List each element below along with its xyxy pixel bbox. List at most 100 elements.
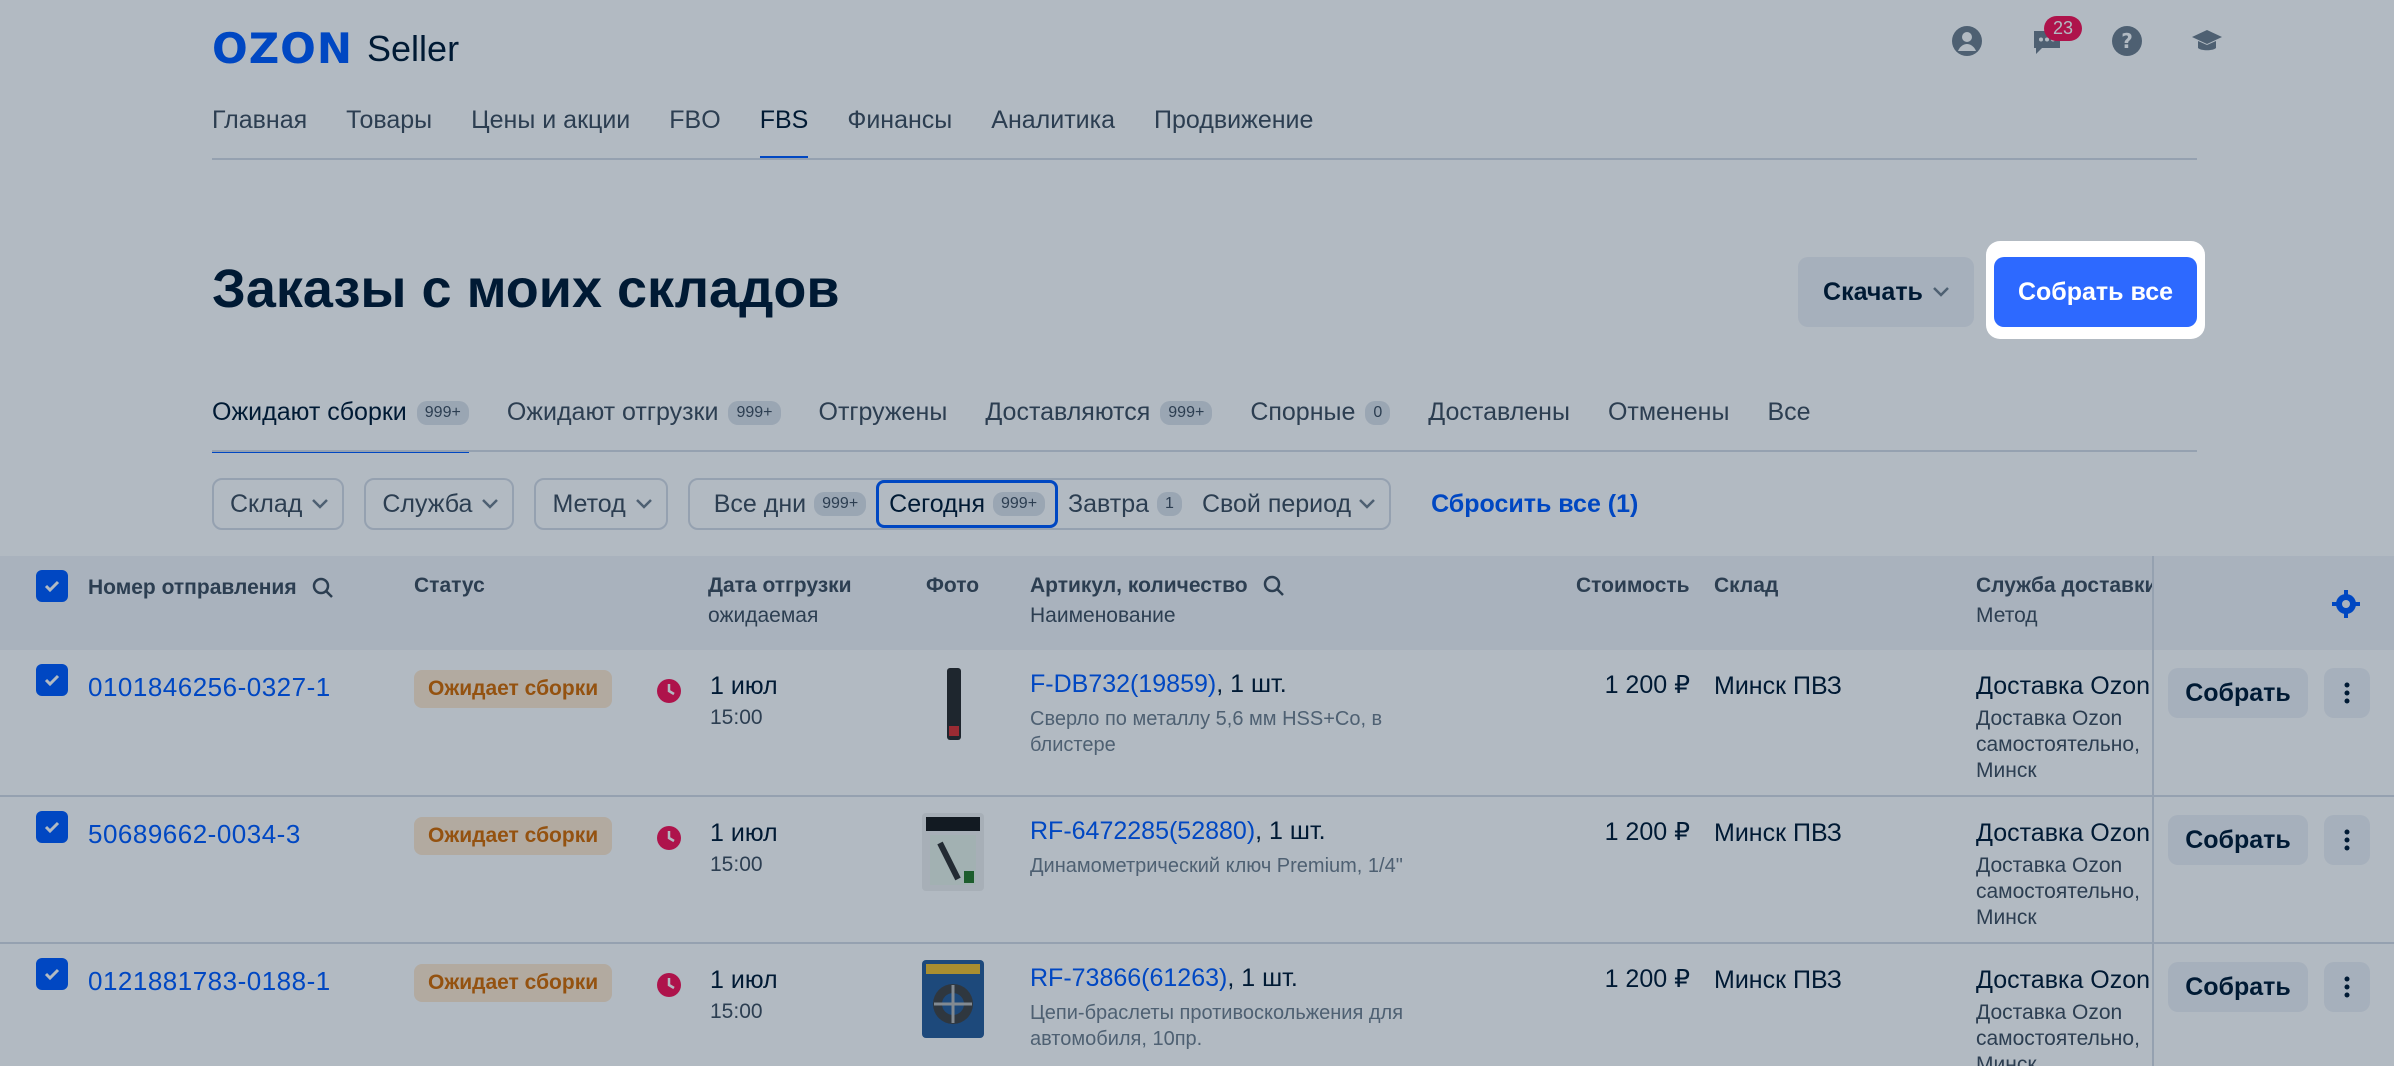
search-icon[interactable] — [311, 576, 335, 600]
tab-label: Спорные — [1250, 398, 1356, 426]
nav-item-fbs[interactable]: FBS — [759, 106, 808, 159]
method-filter[interactable]: Метод — [534, 478, 668, 530]
warehouse-name: Минск ПВЗ — [1714, 819, 1842, 847]
header-article-label: Артикул, количество — [1030, 574, 1248, 597]
article-link[interactable]: RF-6472285(52880) — [1030, 817, 1255, 845]
nav-item-analytics[interactable]: Аналитика — [991, 106, 1115, 157]
article-link[interactable]: F-DB732(19859) — [1030, 670, 1216, 698]
nav-item-prices[interactable]: Цены и акции — [471, 106, 630, 157]
warehouse-filter[interactable]: Склад — [212, 478, 345, 530]
header-article: Артикул, количество Наименование — [1030, 574, 1286, 628]
collect-button[interactable]: Собрать — [2168, 815, 2308, 865]
ship-time: 15:00 — [710, 1000, 763, 1023]
tab-all[interactable]: Все — [1767, 398, 1810, 451]
product-photo[interactable] — [922, 960, 984, 1038]
actions-column-divider — [2152, 556, 2154, 1066]
delivery-method: Доставка Ozon самостоятельно, Минск — [1976, 1001, 2140, 1066]
nav-item-home[interactable]: Главная — [212, 106, 307, 157]
collect-button[interactable]: Собрать — [2168, 962, 2308, 1012]
chevron-down-icon — [312, 499, 329, 509]
check-icon — [44, 968, 60, 981]
chat-icon[interactable]: 23 — [2030, 16, 2083, 58]
more-options-button[interactable] — [2324, 815, 2370, 865]
row-checkbox[interactable] — [36, 664, 68, 696]
more-options-button[interactable] — [2324, 962, 2370, 1012]
header-status: Статус — [414, 574, 485, 597]
price: 1 200 ₽ — [1604, 671, 1690, 699]
today-option[interactable]: Сегодня 999+ — [876, 480, 1059, 528]
download-button[interactable]: Скачать — [1798, 257, 1974, 327]
page: OZON Seller 23 ? Главная Товары Цены и а… — [0, 0, 2394, 1066]
user-icon[interactable] — [1950, 24, 1984, 58]
nav-item-finance[interactable]: Финансы — [847, 106, 952, 157]
clock-icon — [657, 826, 681, 850]
date-filter-group: Все дни 999+ Сегодня 999+ Завтра 1 Свой … — [687, 478, 1392, 530]
order-number-link[interactable]: 0101846256-0327-1 — [88, 672, 331, 703]
chevron-down-icon — [635, 499, 652, 509]
product-photo[interactable] — [922, 666, 984, 744]
delivery-method: Доставка Ozon самостоятельно, Минск — [1976, 707, 2140, 782]
order-number-link[interactable]: 50689662-0034-3 — [88, 819, 301, 850]
collect-button[interactable]: Собрать — [2168, 668, 2308, 718]
order-number-link[interactable]: 0121881783-0188-1 — [88, 966, 331, 997]
table-row[interactable]: 0121881783-0188-1 Ожидает сборки 1 июл 1… — [0, 944, 2394, 1066]
select-all-checkbox[interactable] — [36, 570, 68, 602]
tab-cancelled[interactable]: Отменены — [1608, 398, 1729, 451]
reset-filters-link[interactable]: Сбросить все (1) — [1431, 490, 1638, 519]
help-icon[interactable]: ? — [2110, 24, 2144, 58]
tab-disputed[interactable]: Спорные 0 — [1250, 398, 1391, 451]
nav-item-promotion[interactable]: Продвижение — [1154, 106, 1313, 157]
custom-period-option[interactable]: Свой период — [1192, 480, 1385, 528]
tomorrow-label: Завтра — [1068, 489, 1150, 518]
search-icon[interactable] — [1262, 574, 1286, 598]
article-cell: RF-73866(61263), 1 шт. — [1030, 964, 1298, 993]
more-options-button[interactable] — [2324, 668, 2370, 718]
tab-delivering[interactable]: Доставляются 999+ — [985, 398, 1213, 451]
article-cell: F-DB732(19859), 1 шт. — [1030, 670, 1287, 699]
gear-icon[interactable] — [2332, 590, 2360, 618]
tab-delivered[interactable]: Доставлены — [1428, 398, 1570, 451]
tab-count: 999+ — [1160, 400, 1213, 425]
product-photo[interactable] — [922, 813, 984, 891]
tab-awaiting-shipment[interactable]: Ожидают отгрузки 999+ — [507, 398, 781, 451]
article-cell: RF-6472285(52880), 1 шт. — [1030, 817, 1326, 846]
nav-item-fbo[interactable]: FBO — [669, 106, 720, 157]
collect-all-button[interactable]: Собрать все — [1994, 257, 2197, 327]
chevron-down-icon — [482, 499, 499, 509]
header-article-sub: Наименование — [1030, 604, 1176, 627]
product-name: Цепи-браслеты противоскольжения для авто… — [1030, 1002, 1404, 1050]
article-link[interactable]: RF-73866(61263) — [1030, 964, 1227, 992]
graduation-cap-icon[interactable] — [2190, 24, 2224, 58]
price: 1 200 ₽ — [1604, 965, 1690, 993]
table-row[interactable]: 50689662-0034-3 Ожидает сборки 1 июл 15:… — [0, 797, 2394, 944]
header-service-sub: Метод — [1976, 604, 2038, 627]
tomorrow-count: 1 — [1157, 492, 1182, 516]
price: 1 200 ₽ — [1604, 818, 1690, 846]
tab-label: Ожидают отгрузки — [506, 398, 719, 426]
tab-shipped[interactable]: Отгружены — [819, 398, 948, 451]
notifications-badge: 23 — [2044, 16, 2083, 41]
service-filter[interactable]: Служба — [364, 478, 515, 530]
quantity: , 1 шт. — [1216, 670, 1287, 698]
ship-date: 1 июл — [710, 672, 778, 700]
header-service-label: Служба доставки — [1976, 574, 2152, 597]
header-date-sub: ожидаемая — [708, 604, 819, 627]
quantity: , 1 шт. — [1227, 964, 1298, 992]
row-checkbox[interactable] — [36, 958, 68, 990]
today-count: 999+ — [993, 492, 1046, 516]
table-row[interactable]: 0101846256-0327-1 Ожидает сборки 1 июл 1… — [0, 650, 2394, 797]
row-checkbox[interactable] — [36, 811, 68, 843]
table-header: Номер отправления Статус Дата отгрузки о… — [0, 556, 2394, 650]
ozon-seller-logo[interactable]: OZON Seller — [212, 24, 459, 73]
check-icon — [44, 580, 60, 593]
custom-period-label: Свой период — [1201, 489, 1352, 518]
all-days-option[interactable]: Все дни 999+ — [704, 480, 876, 528]
page-title: Заказы с моих складов — [212, 259, 840, 319]
tab-awaiting-assembly[interactable]: Ожидают сборки 999+ — [212, 398, 469, 453]
header-warehouse: Склад — [1714, 574, 1779, 597]
status-badge: Ожидает сборки — [414, 670, 613, 708]
nav-item-products[interactable]: Товары — [346, 106, 432, 157]
tab-label: Все — [1767, 398, 1811, 426]
tomorrow-option[interactable]: Завтра 1 — [1058, 480, 1192, 528]
tab-count: 999+ — [728, 400, 781, 425]
